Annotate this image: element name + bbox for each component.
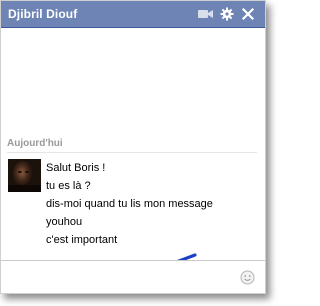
gear-icon[interactable] [220, 7, 234, 21]
message-text: c'est important [46, 234, 118, 246]
avatar[interactable] [8, 159, 41, 192]
chat-titlebar[interactable]: Djibril Diouf [1, 1, 265, 28]
message-composer[interactable] [1, 260, 265, 293]
date-divider: Aujourd'hui [7, 138, 257, 153]
message-text: dis-moi quand tu lis mon message [46, 198, 213, 210]
message-area: Aujourd'hui Salut Boris ! tu es là ? dis… [1, 29, 265, 285]
message-input[interactable] [6, 265, 232, 289]
video-camera-icon[interactable] [197, 7, 214, 21]
message-text: youhou [46, 216, 83, 228]
close-icon[interactable] [241, 7, 255, 21]
chat-title[interactable]: Djibril Diouf [8, 7, 77, 21]
chat-window: Djibril Diouf Aujourd'hui Salut Boris ! … [0, 0, 266, 294]
message-text: Salut Boris ! [46, 162, 106, 174]
message-list: Salut Boris ! tu es là ? dis-moi quand t… [46, 159, 256, 249]
message-text: tu es là ? [46, 180, 91, 192]
smiley-icon[interactable] [240, 270, 255, 285]
date-label: Aujourd'hui [7, 138, 63, 149]
